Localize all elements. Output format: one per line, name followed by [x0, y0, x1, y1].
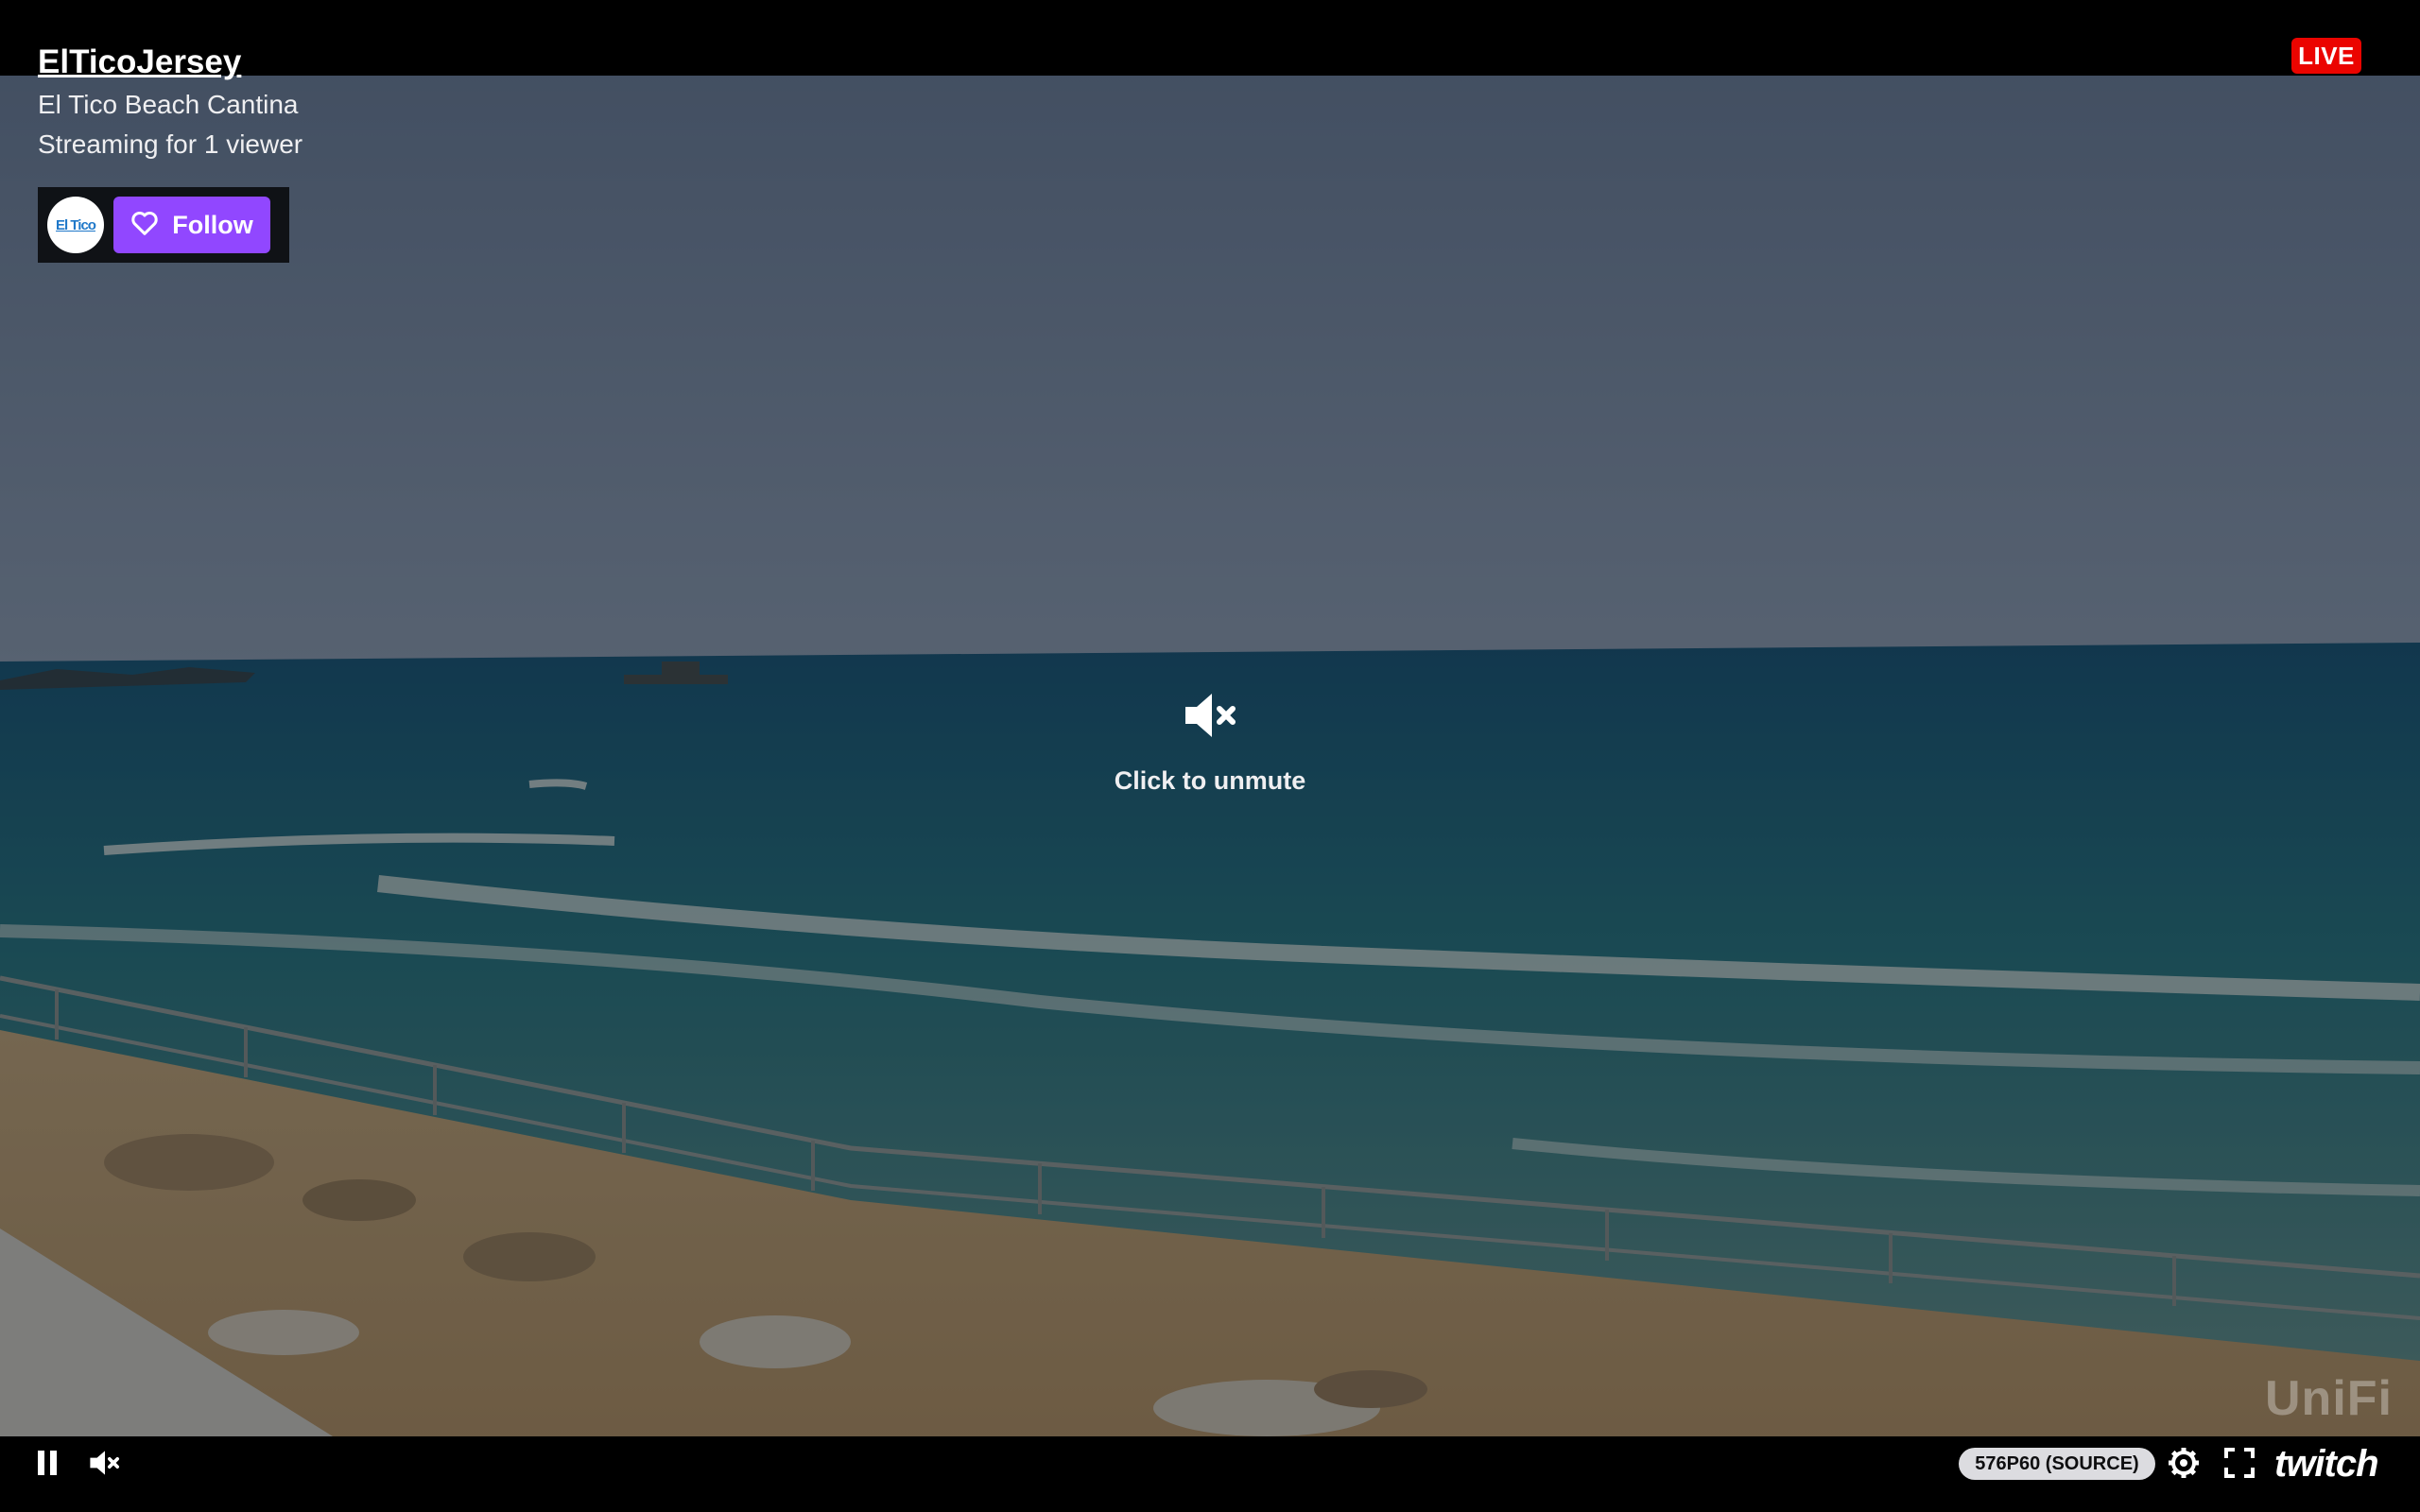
twitch-logo-link[interactable]: twitch	[2274, 1443, 2379, 1486]
follow-button[interactable]: Follow	[113, 197, 270, 253]
follow-panel: El Tico Follow	[38, 187, 289, 263]
top-bar	[0, 0, 2420, 76]
live-badge: LIVE	[2291, 38, 2361, 74]
heart-icon	[130, 210, 159, 241]
click-to-unmute[interactable]: Click to unmute	[1068, 690, 1352, 796]
channel-name-link[interactable]: ElTicoJersey	[38, 40, 302, 85]
channel-info: ElTicoJersey El Tico Beach Cantina Strea…	[38, 40, 302, 164]
camera-watermark: UniFi	[2265, 1371, 2393, 1426]
fullscreen-button[interactable]	[2221, 1447, 2257, 1483]
mute-large-icon	[1182, 690, 1238, 746]
avatar-logo-text: El Tico	[56, 216, 96, 233]
stream-title: El Tico Beach Cantina	[38, 90, 299, 119]
fullscreen-icon	[2224, 1447, 2255, 1483]
quality-indicator[interactable]: 576P60 (SOURCE)	[1959, 1448, 2155, 1480]
channel-avatar[interactable]: El Tico	[47, 197, 104, 253]
pause-button[interactable]	[28, 1449, 66, 1481]
pause-icon	[36, 1449, 59, 1482]
volume-button[interactable]	[85, 1449, 125, 1481]
settings-button[interactable]	[2165, 1447, 2203, 1484]
unmute-label: Click to unmute	[1114, 766, 1306, 795]
gear-icon	[2168, 1447, 2200, 1484]
mute-icon	[88, 1449, 122, 1482]
follow-label: Follow	[172, 210, 253, 239]
viewer-count: Streaming for 1 viewer	[38, 129, 303, 159]
